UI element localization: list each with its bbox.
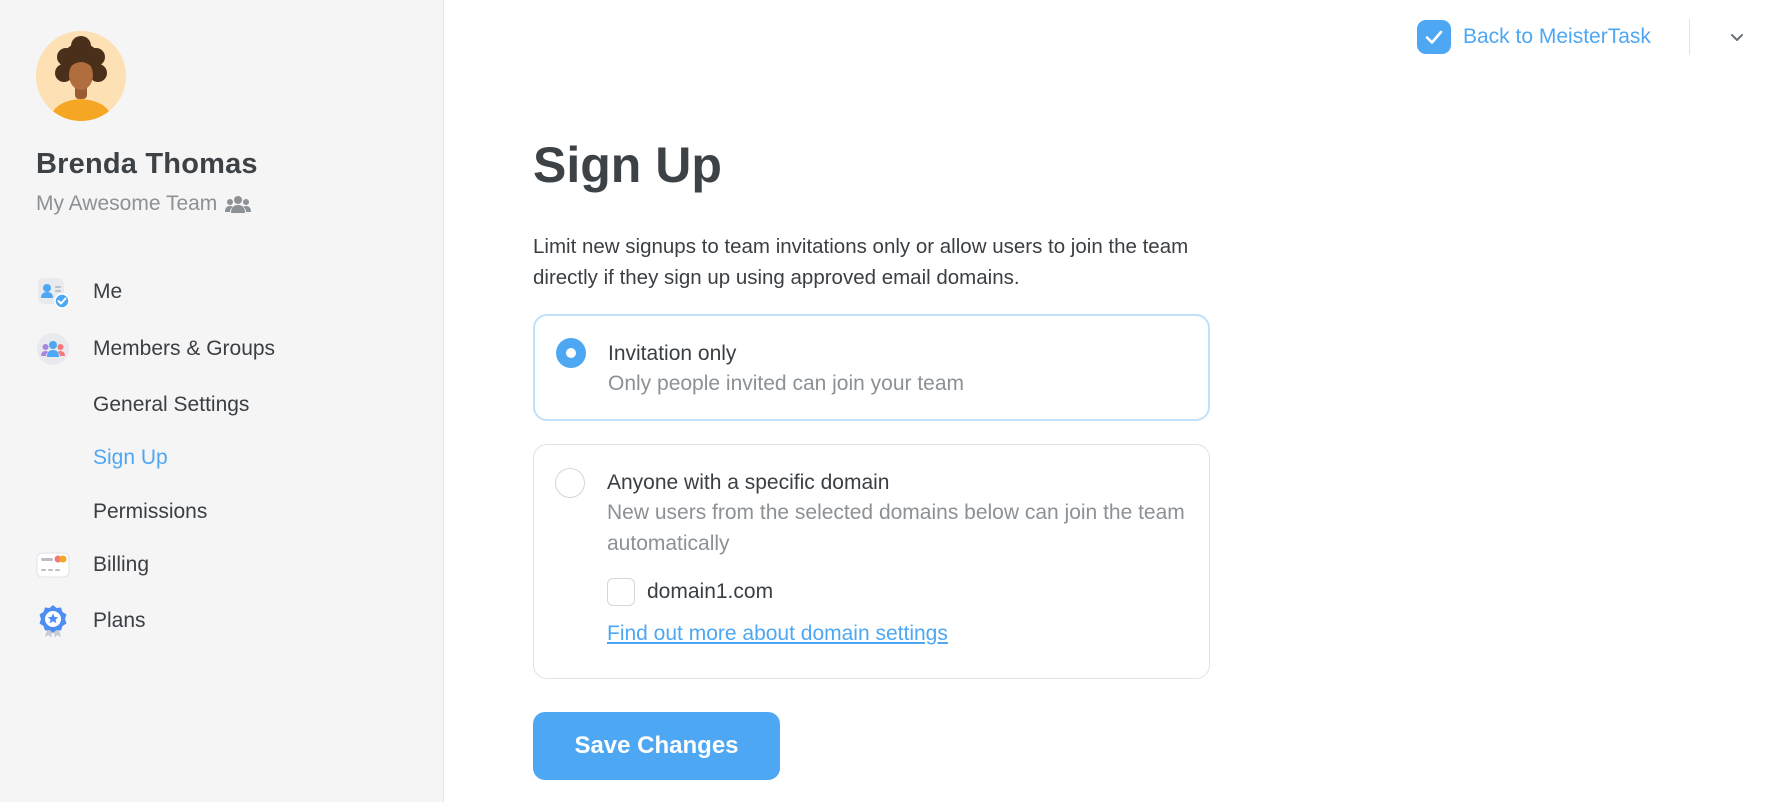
sidebar-item-sign-up[interactable]: Sign Up	[93, 446, 168, 470]
radio-specific-domain[interactable]	[555, 468, 585, 498]
sidebar-item-members-groups[interactable]: Members & Groups	[36, 332, 275, 366]
page-description: Limit new signups to team invitations on…	[533, 235, 1189, 289]
user-badge-icon	[36, 275, 70, 309]
option-domain-subtitle: New users from the selected domains belo…	[607, 501, 1185, 555]
radio-invitation-only[interactable]	[556, 338, 586, 368]
option-invitation-only[interactable]: Invitation only Only people invited can …	[533, 314, 1210, 421]
sidebar-item-permissions[interactable]: Permissions	[93, 500, 207, 524]
page-title: Sign Up	[533, 137, 722, 193]
user-name: Brenda Thomas	[36, 148, 258, 180]
sidebar-item-billing-label: Billing	[93, 553, 150, 576]
back-to-app-link[interactable]: Back to MeisterTask	[1417, 20, 1651, 54]
sidebar: Brenda Thomas My Awesome Team Me Members…	[0, 0, 444, 802]
members-icon	[36, 332, 70, 366]
sidebar-item-general-settings[interactable]: General Settings	[93, 393, 249, 417]
domain-checkbox[interactable]	[607, 578, 635, 606]
sidebar-item-plans-label: Plans	[93, 609, 146, 632]
team-name-label: My Awesome Team	[36, 192, 218, 215]
credit-card-icon	[36, 548, 70, 582]
save-changes-button[interactable]: Save Changes	[533, 712, 780, 780]
sidebar-item-members-label: Members & Groups	[93, 337, 276, 360]
chevron-down-icon[interactable]	[1727, 27, 1747, 47]
checkmark-icon	[1417, 20, 1451, 54]
sidebar-item-plans[interactable]: Plans	[36, 604, 146, 638]
sidebar-item-billing[interactable]: Billing	[36, 548, 149, 582]
option-specific-domain[interactable]: Anyone with a specific domain New users …	[533, 444, 1210, 679]
user-avatar[interactable]	[36, 31, 126, 121]
domain-label: domain1.com	[647, 580, 774, 603]
option-invitation-title: Invitation only	[608, 342, 737, 365]
domain-help-link[interactable]: Find out more about domain settings	[607, 622, 948, 646]
sidebar-item-me-label: Me	[93, 280, 123, 303]
header-divider	[1689, 19, 1690, 55]
back-link-label: Back to MeisterTask	[1463, 25, 1651, 48]
team-icon	[225, 196, 252, 213]
option-invitation-subtitle: Only people invited can join your team	[608, 372, 965, 395]
team-name: My Awesome Team	[36, 192, 252, 216]
plans-badge-icon	[36, 604, 70, 638]
option-domain-title: Anyone with a specific domain	[607, 471, 890, 494]
sidebar-item-me[interactable]: Me	[36, 275, 122, 309]
